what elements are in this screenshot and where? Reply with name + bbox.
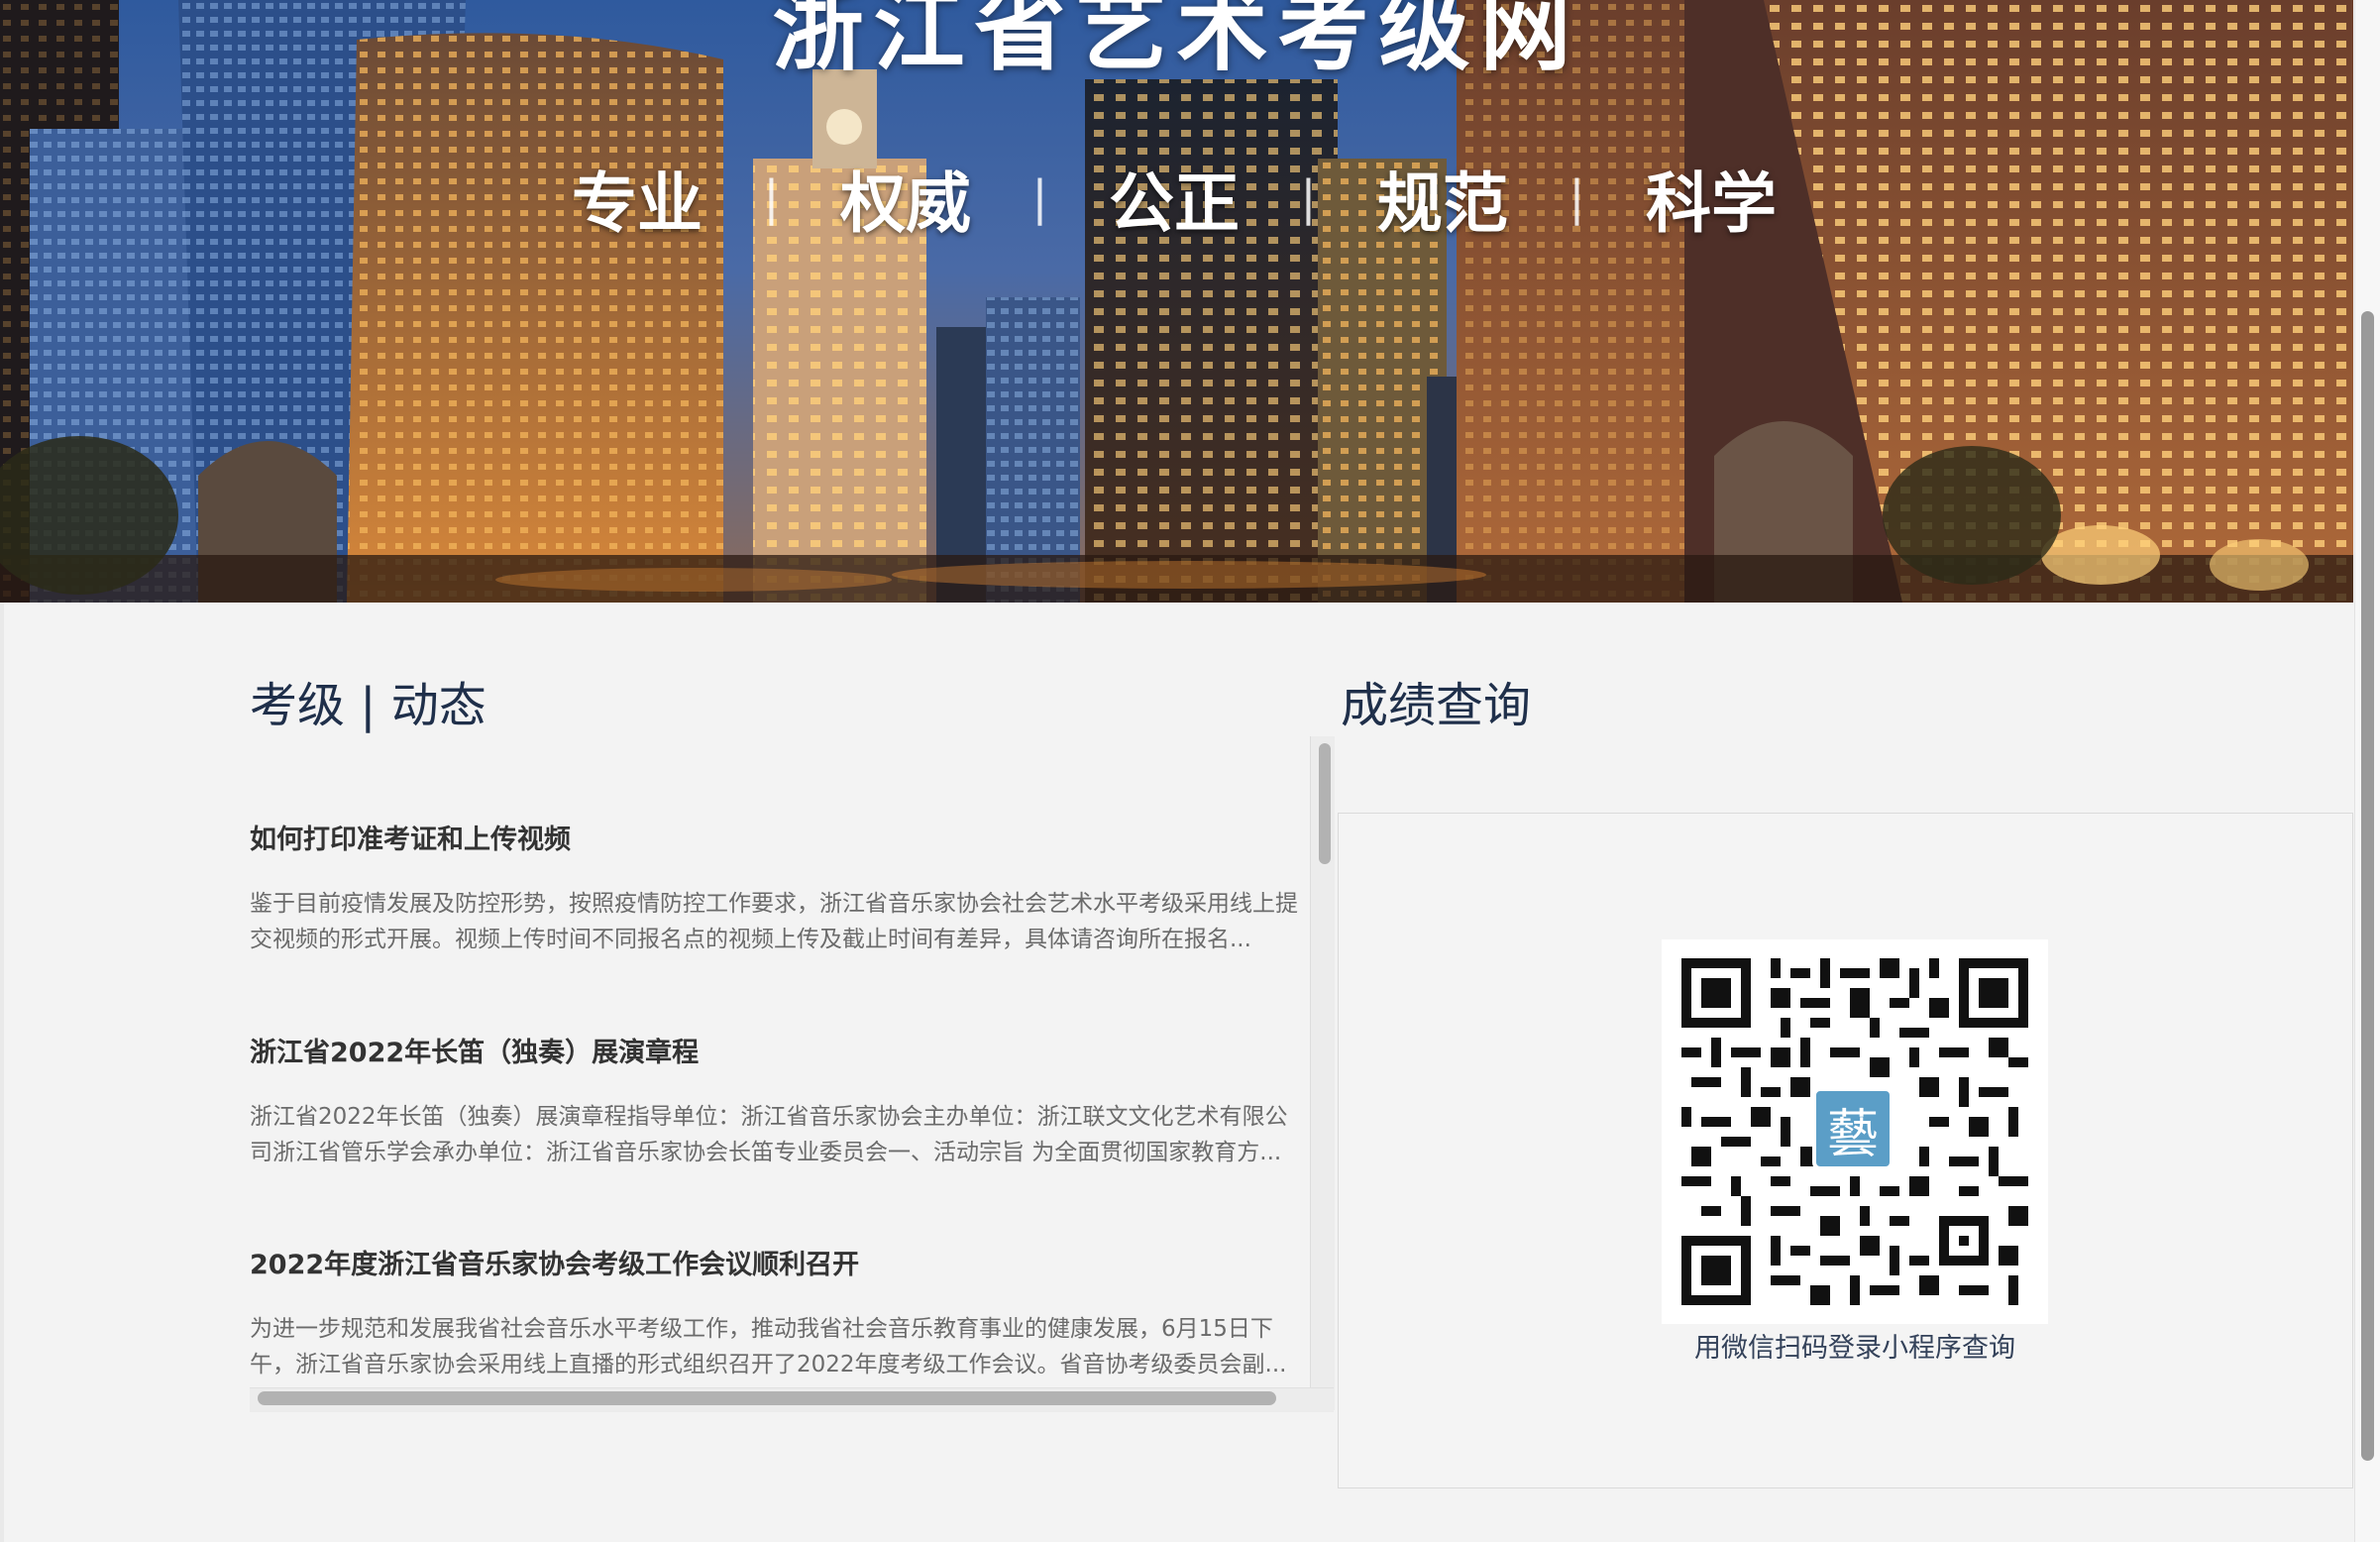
news-item-summary: 为进一步规范和发展我省社会音乐水平考级工作，推动我省社会音乐教育事业的健康发展，… bbox=[250, 1316, 1287, 1377]
qr-caption: 用微信扫码登录小程序查询 bbox=[1694, 1333, 2015, 1364]
news-item-title[interactable]: 如何打印准考证和上传视频 bbox=[250, 818, 1310, 856]
news-vertical-scroll-thumb[interactable] bbox=[1319, 743, 1331, 864]
slogan-row: 专业 | 权威 | 公正 | 规范 | 科学 bbox=[515, 157, 1833, 242]
slogan-authority: 权威 bbox=[840, 165, 971, 242]
left-edge bbox=[0, 603, 4, 1542]
news-list[interactable]: 如何打印准考证和上传视频 鉴于目前疫情发展及防控形势，按照疫情防控工作要求，浙江… bbox=[250, 738, 1310, 1408]
news-item-summary: 浙江省2022年长笛（独奏）展演章程指导单位：浙江省音乐家协会主办单位：浙江联文… bbox=[250, 1104, 1288, 1165]
news-item[interactable]: 浙江省2022年长笛（独奏）展演章程 浙江省2022年长笛（独奏）展演章程指导单… bbox=[250, 1031, 1310, 1170]
city-skyline-image bbox=[0, 0, 2353, 603]
news-item-summary: 鉴于目前疫情发展及防控形势，按照疫情防控工作要求，浙江省音乐家协会社会艺术水平考… bbox=[250, 891, 1298, 952]
slogan-professional: 专业 bbox=[572, 165, 703, 242]
site-title: 浙江省艺术考级网 bbox=[772, 0, 1581, 83]
slogan-fairness: 公正 bbox=[1109, 165, 1240, 242]
news-item[interactable]: 如何打印准考证和上传视频 鉴于目前疫情发展及防控形势，按照疫情防控工作要求，浙江… bbox=[250, 818, 1310, 957]
slogan-separator: | bbox=[1300, 170, 1317, 226]
slogan-separator: | bbox=[1031, 170, 1048, 226]
news-section-title: 考级 | 动态 bbox=[250, 678, 487, 733]
slogan-separator: | bbox=[1569, 170, 1585, 226]
page: 浙江省艺术考级网 专业 | 权威 | 公正 | 规范 | 科学 考级 | 动态 … bbox=[0, 0, 2380, 1542]
slogan-separator: | bbox=[763, 170, 780, 226]
news-item-title[interactable]: 浙江省2022年长笛（独奏）展演章程 bbox=[250, 1031, 1310, 1069]
score-section-title: 成绩查询 bbox=[1341, 678, 1532, 733]
news-horizontal-scroll-thumb[interactable] bbox=[258, 1391, 1276, 1405]
page-scroll-thumb[interactable] bbox=[2361, 311, 2374, 1461]
news-item-title[interactable]: 2022年度浙江省音乐家协会考级工作会议顺利召开 bbox=[250, 1243, 1310, 1281]
art-logo-icon: 藝 bbox=[1812, 1087, 1893, 1170]
slogan-standard: 规范 bbox=[1377, 165, 1508, 242]
hero-banner: 浙江省艺术考级网 专业 | 权威 | 公正 | 规范 | 科学 bbox=[0, 0, 2353, 603]
news-item[interactable]: 2022年度浙江省音乐家协会考级工作会议顺利召开 为进一步规范和发展我省社会音乐… bbox=[250, 1243, 1310, 1382]
slogan-science: 科学 bbox=[1646, 165, 1777, 242]
